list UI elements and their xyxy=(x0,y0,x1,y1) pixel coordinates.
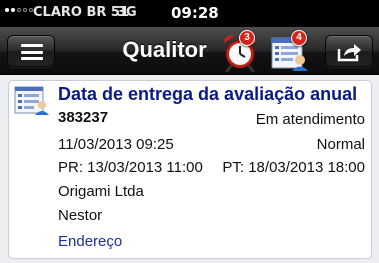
ticket-id: 383237 xyxy=(58,109,109,126)
navigation-bar: Qualitor 3 4 xyxy=(0,27,379,75)
ticket-card[interactable]: Data de entrega da avaliação anual 38323… xyxy=(8,80,372,259)
network-type: 3G xyxy=(117,5,137,20)
ticket-status: Em atendimento xyxy=(255,111,365,128)
address-link[interactable]: Endereço xyxy=(58,233,122,250)
ticket-pr-date: PR: 13/03/2013 11:00 xyxy=(58,159,203,176)
carrier-name: CLARO BR 51 xyxy=(33,5,130,20)
share-button[interactable] xyxy=(325,35,373,67)
ticket-priority: Normal xyxy=(316,136,365,153)
share-arrow-icon xyxy=(337,44,361,62)
ticket-icon xyxy=(14,86,49,115)
menu-button[interactable] xyxy=(7,35,55,67)
ticket-pt-date: PT: 18/03/2013 18:00 xyxy=(222,159,365,176)
signal-strength-icon xyxy=(5,8,33,12)
ticket-opened-date: 11/03/2013 09:25 xyxy=(58,136,174,153)
ticket-company: Origami Ltda xyxy=(58,183,144,200)
alarm-clock-button[interactable]: 3 xyxy=(221,30,259,73)
app-title: Qualitor xyxy=(122,37,207,62)
status-time: 09:28 xyxy=(171,4,219,22)
alarm-count-badge: 3 xyxy=(239,30,255,46)
hamburger-menu-icon xyxy=(21,44,43,60)
tickets-button[interactable]: 4 xyxy=(270,30,310,72)
status-bar: CLARO BR 51 3G 09:28 xyxy=(0,0,379,27)
ticket-title: Data de entrega da avaliação anual xyxy=(58,84,358,104)
ticket-count-badge: 4 xyxy=(291,30,307,46)
ticket-requester: Nestor xyxy=(58,207,103,224)
